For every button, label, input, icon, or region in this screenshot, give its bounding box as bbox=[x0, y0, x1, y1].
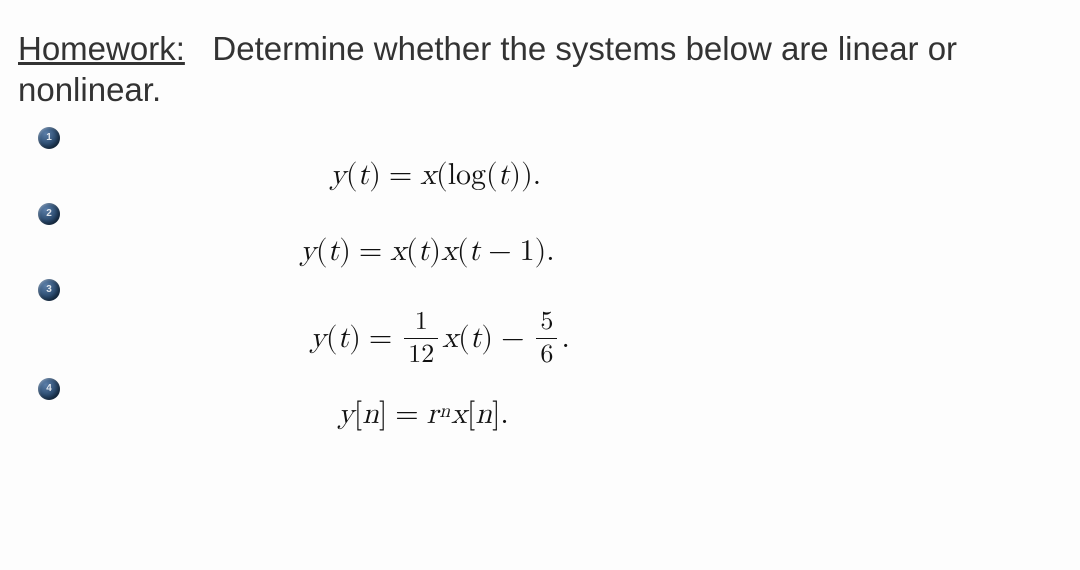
bullet-icon: 3 bbox=[38, 279, 60, 301]
problem-2: 2 y(t) = x(t)x(t − 1). bbox=[38, 201, 1062, 269]
problem-3: 3 y(t) = 1 12 x(t) − 5 6 . bbox=[38, 277, 1062, 368]
homework-header: Homework: Determine whether the systems … bbox=[18, 28, 1062, 111]
bullet-number: 1 bbox=[46, 132, 52, 143]
bullet-number: 2 bbox=[46, 208, 52, 219]
bullet-icon: 4 bbox=[38, 378, 60, 400]
bullet-number: 3 bbox=[46, 284, 52, 295]
equation-1: y(t) = x(log(t)). bbox=[330, 157, 541, 193]
bullet-number: 4 bbox=[46, 383, 52, 394]
equation-area: y(t) = 1 12 x(t) − 5 6 . bbox=[60, 277, 1062, 368]
bullet-icon: 2 bbox=[38, 203, 60, 225]
problem-list: 1 y(t) = x(log(t)). 2 y(t) = x(t)x(t − 1… bbox=[18, 121, 1062, 432]
equation-3: y(t) = 1 12 x(t) − 5 6 . bbox=[310, 309, 570, 368]
homework-label: Homework: bbox=[18, 30, 185, 67]
bullet-icon: 1 bbox=[38, 127, 60, 149]
fraction-5-6: 5 6 bbox=[536, 309, 557, 368]
problem-4: 4 y[n] = rnx[n]. bbox=[38, 376, 1062, 432]
problem-1: 1 y(t) = x(log(t)). bbox=[38, 125, 1062, 193]
equation-area: y(t) = x(t)x(t − 1). bbox=[60, 201, 1062, 269]
equation-4: y[n] = rnx[n]. bbox=[338, 396, 509, 432]
equation-area: y[n] = rnx[n]. bbox=[60, 376, 1062, 432]
equation-2: y(t) = x(t)x(t − 1). bbox=[300, 233, 555, 269]
fraction-1-12: 1 12 bbox=[404, 309, 438, 368]
equation-area: y(t) = x(log(t)). bbox=[60, 125, 1062, 193]
